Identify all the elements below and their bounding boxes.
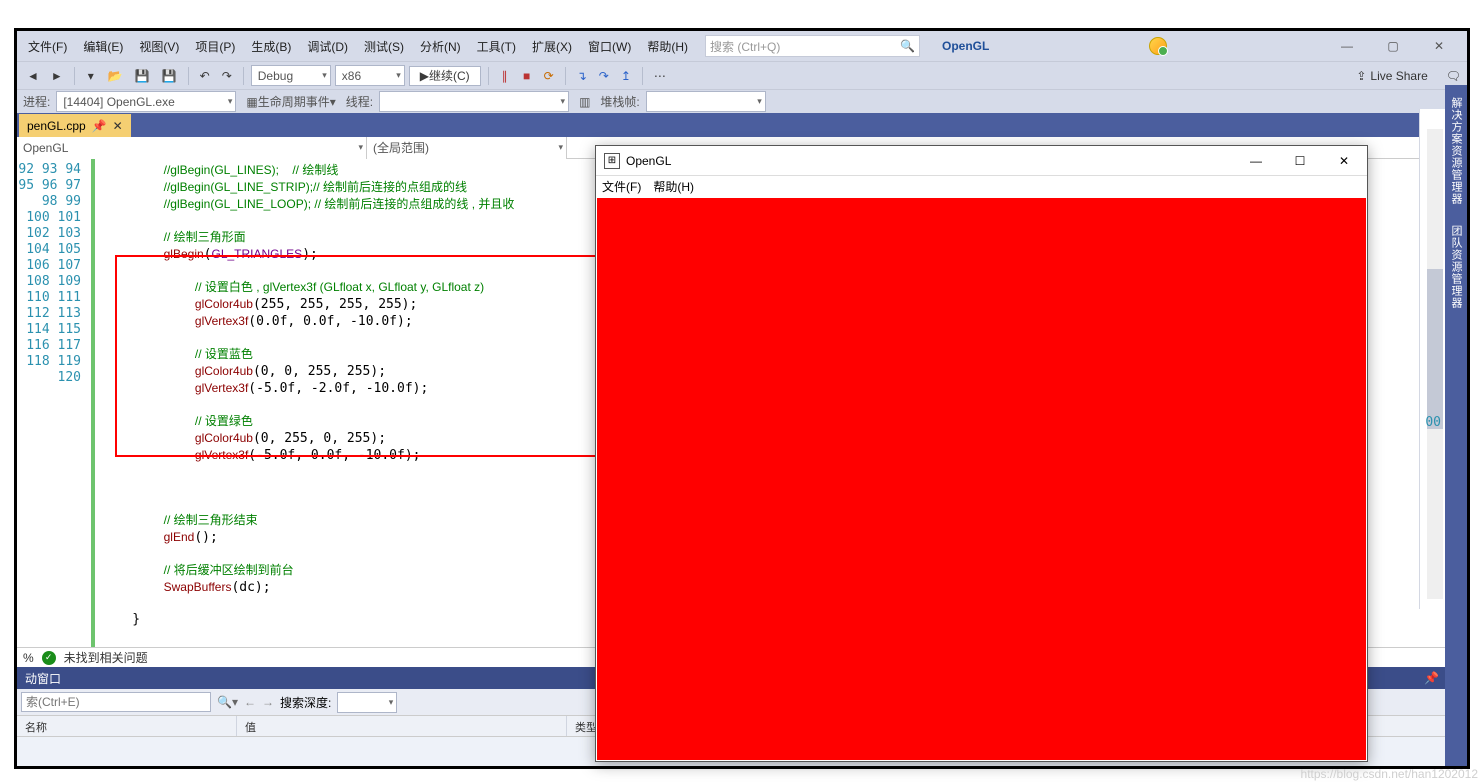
new-button[interactable]: ▾ bbox=[82, 66, 100, 86]
search-depth-combo[interactable] bbox=[337, 692, 397, 713]
scrollbar-thumb[interactable] bbox=[1427, 269, 1443, 429]
continue-button[interactable]: ▶ 继续(C) bbox=[409, 66, 481, 86]
config-combo[interactable]: Debug bbox=[251, 65, 331, 86]
opengl-app-window[interactable]: ⊞ OpenGL ― ☐ ✕ 文件(F) 帮助(H) bbox=[595, 145, 1368, 762]
opengl-minimize-button[interactable]: ― bbox=[1241, 154, 1271, 168]
stackframe-combo[interactable] bbox=[646, 91, 766, 112]
process-label: 进程: bbox=[23, 93, 50, 110]
opengl-menu-file[interactable]: 文件(F) bbox=[602, 178, 641, 195]
menu-debug[interactable]: 调试(D) bbox=[300, 35, 355, 58]
panel-pin-icon[interactable]: 📌 bbox=[1424, 671, 1439, 685]
menu-window[interactable]: 窗口(W) bbox=[581, 35, 638, 58]
menu-view[interactable]: 视图(V) bbox=[132, 35, 186, 58]
overview-number: 00 bbox=[1425, 415, 1441, 430]
opengl-menu-bar: 文件(F) 帮助(H) bbox=[596, 176, 1367, 196]
zoom-percent[interactable]: % bbox=[23, 651, 34, 665]
thread-combo[interactable] bbox=[379, 91, 569, 112]
menu-tools[interactable]: 工具(T) bbox=[470, 35, 523, 58]
platform-combo[interactable]: x86 bbox=[335, 65, 405, 86]
opengl-title-text: OpenGL bbox=[626, 154, 671, 168]
step-into-button[interactable]: ↴ bbox=[573, 66, 591, 86]
open-button[interactable]: 📂 bbox=[104, 66, 127, 86]
opengl-title-bar[interactable]: ⊞ OpenGL ― ☐ ✕ bbox=[596, 146, 1367, 176]
sidebar-tab-team-explorer[interactable]: 团队资源管理器 bbox=[1446, 219, 1466, 315]
live-share-icon: ⇪ bbox=[1356, 69, 1366, 83]
account-avatar-icon[interactable] bbox=[1149, 37, 1167, 55]
quick-search[interactable]: 搜索 (Ctrl+Q) 🔍 bbox=[705, 35, 920, 57]
live-share-button[interactable]: ⇪ Live Share 🗨 bbox=[1356, 69, 1461, 83]
no-issues-icon: ✓ bbox=[42, 651, 56, 665]
watermark-text: https://blog.csdn.net/han1202012 bbox=[1301, 767, 1478, 781]
panel-search-input[interactable] bbox=[21, 692, 211, 712]
sidebar-tab-solution-explorer[interactable]: 解决方案资源管理器 bbox=[1446, 91, 1466, 211]
opengl-maximize-button[interactable]: ☐ bbox=[1285, 154, 1315, 168]
menu-analyze[interactable]: 分析(N) bbox=[413, 35, 468, 58]
col-name[interactable]: 名称 bbox=[17, 716, 237, 736]
stack-label: 堆栈帧: bbox=[600, 93, 639, 110]
search-icon: 🔍 bbox=[900, 39, 915, 53]
toolbar-extra-icon[interactable]: ⋯ bbox=[650, 66, 670, 86]
restart-button[interactable]: ⟳ bbox=[540, 66, 558, 86]
close-button[interactable]: ✕ bbox=[1425, 39, 1453, 53]
col-value[interactable]: 值 bbox=[237, 716, 567, 736]
opengl-close-button[interactable]: ✕ bbox=[1329, 154, 1359, 168]
lifecycle-button[interactable]: ▦ 生命周期事件 ▾ bbox=[242, 92, 339, 112]
editor-right-margin: 00 bbox=[1419, 109, 1445, 609]
menu-edit[interactable]: 编辑(E) bbox=[76, 35, 130, 58]
step-over-button[interactable]: ↷ bbox=[595, 66, 613, 86]
scope-combo[interactable]: OpenGL bbox=[17, 137, 367, 159]
file-tab-opengl-cpp[interactable]: penGL.cpp 📌 ✕ bbox=[19, 114, 131, 137]
document-tabs: penGL.cpp 📌 ✕ bbox=[17, 113, 1467, 137]
step-out-button[interactable]: ↥ bbox=[617, 66, 635, 86]
right-sidebar: 解决方案资源管理器 团队资源管理器 bbox=[1445, 85, 1467, 766]
process-combo[interactable]: [14404] OpenGL.exe bbox=[56, 91, 236, 112]
solution-name: OpenGL bbox=[942, 39, 989, 53]
search-placeholder: 搜索 (Ctrl+Q) bbox=[710, 38, 780, 55]
function-combo[interactable]: (全局范围) bbox=[367, 137, 567, 159]
menu-bar: 文件(F) 编辑(E) 视图(V) 项目(P) 生成(B) 调试(D) 测试(S… bbox=[17, 31, 1467, 61]
vertical-scrollbar[interactable] bbox=[1427, 129, 1443, 599]
window-controls: ― ▢ ✕ bbox=[1333, 39, 1463, 53]
thread-label: 线程: bbox=[346, 93, 373, 110]
menu-help[interactable]: 帮助(H) bbox=[640, 35, 695, 58]
redo-button[interactable]: ↷ bbox=[218, 66, 236, 86]
opengl-app-icon: ⊞ bbox=[604, 153, 620, 169]
nav-fwd-button[interactable]: ► bbox=[47, 66, 67, 86]
maximize-button[interactable]: ▢ bbox=[1379, 39, 1407, 53]
search-nav-back-icon[interactable]: ← bbox=[244, 695, 256, 709]
undo-button[interactable]: ↶ bbox=[196, 66, 214, 86]
tab-pin-icon[interactable]: 📌 bbox=[92, 119, 107, 133]
minimize-button[interactable]: ― bbox=[1333, 39, 1361, 53]
stop-button[interactable]: ■ bbox=[518, 66, 536, 86]
search-icon[interactable]: 🔍▾ bbox=[217, 695, 238, 709]
line-number-gutter: 92 93 94 95 96 97 98 99 100 101 102 103 … bbox=[17, 159, 89, 647]
change-margin bbox=[89, 159, 101, 647]
debug-toolbar: 进程: [14404] OpenGL.exe ▦ 生命周期事件 ▾ 线程: ▥ … bbox=[17, 89, 1467, 113]
save-all-button[interactable]: 💾 bbox=[158, 66, 181, 86]
no-issues-label: 未找到相关问题 bbox=[64, 649, 148, 666]
feedback-icon[interactable]: 🗨 bbox=[1446, 69, 1461, 83]
save-button[interactable]: 💾 bbox=[131, 66, 154, 86]
menu-project[interactable]: 项目(P) bbox=[188, 35, 242, 58]
search-depth-label: 搜索深度: bbox=[280, 694, 331, 711]
menu-ext[interactable]: 扩展(X) bbox=[525, 35, 579, 58]
break-all-button[interactable]: ∥ bbox=[496, 66, 514, 86]
nav-back-button[interactable]: ◄ bbox=[23, 66, 43, 86]
menu-test[interactable]: 测试(S) bbox=[357, 35, 411, 58]
menu-file[interactable]: 文件(F) bbox=[21, 35, 74, 58]
standard-toolbar: ◄ ► ▾ 📂 💾 💾 ↶ ↷ Debug x86 ▶ 继续(C) ∥ ■ ⟳ … bbox=[17, 61, 1467, 89]
opengl-menu-help[interactable]: 帮助(H) bbox=[653, 178, 694, 195]
menu-build[interactable]: 生成(B) bbox=[244, 35, 298, 58]
thread-toggle-icon[interactable]: ▥ bbox=[575, 92, 594, 112]
tab-close-icon[interactable]: ✕ bbox=[113, 119, 123, 133]
search-nav-fwd-icon[interactable]: → bbox=[262, 695, 274, 709]
opengl-render-canvas bbox=[597, 198, 1366, 760]
